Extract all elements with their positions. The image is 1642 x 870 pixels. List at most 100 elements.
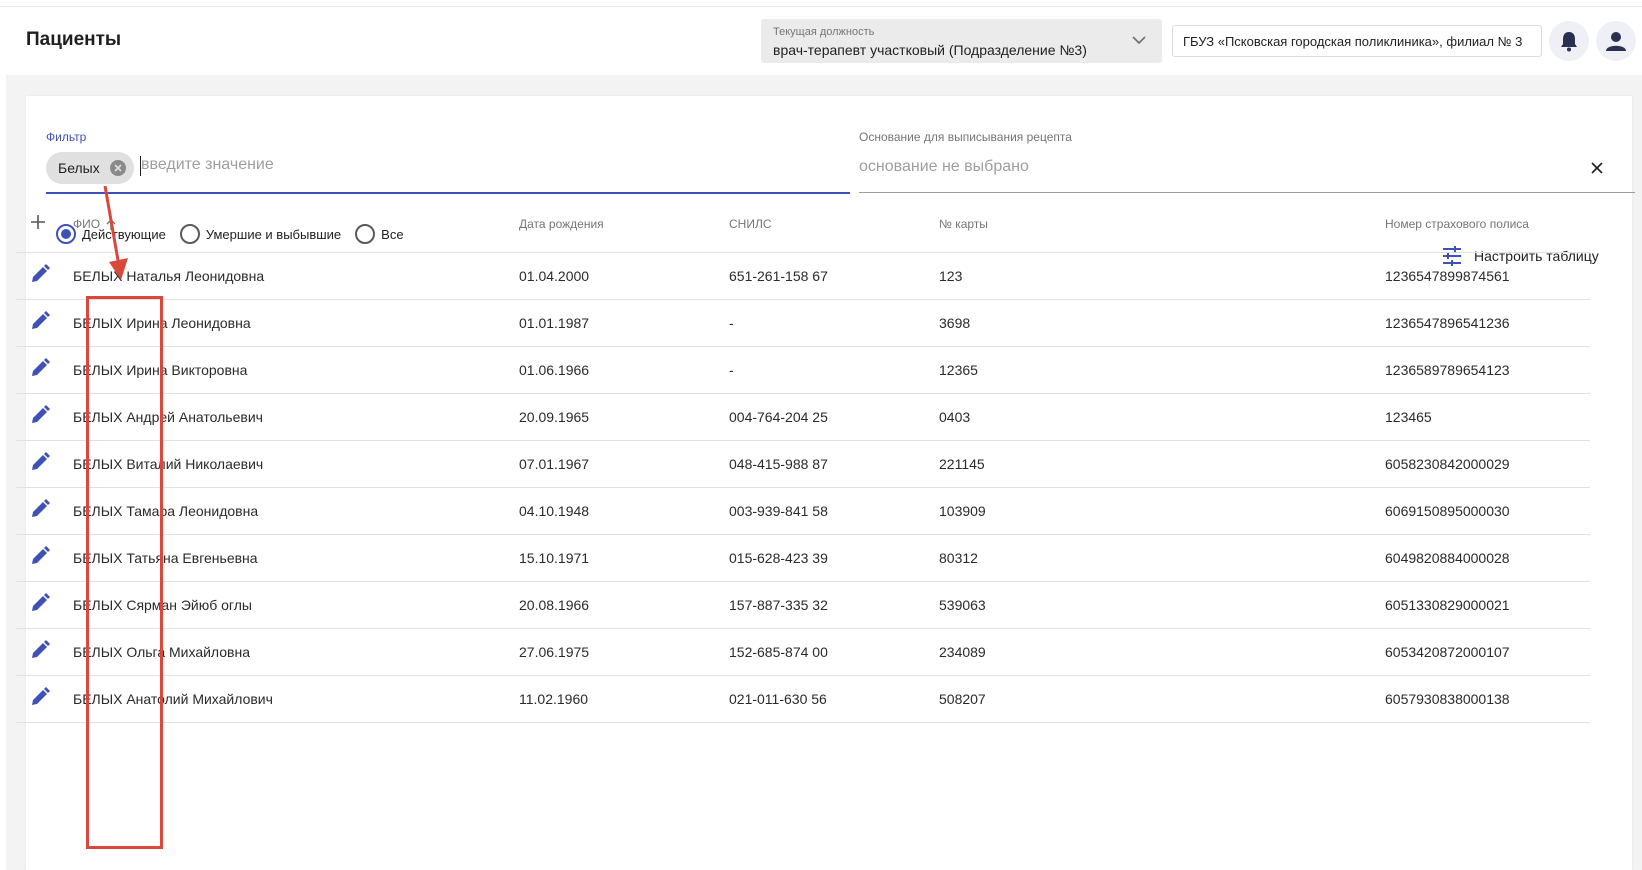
edit-cell (16, 534, 73, 582)
cell-fio: БЕЛЫХ Ирина Викторовна (73, 346, 519, 394)
cell-snils: 021-011-630 56 (729, 675, 939, 723)
cell-card: 123 (939, 252, 1385, 300)
header-card[interactable]: № карты (939, 196, 1385, 253)
cell-fio: БЕЛЫХ Анатолий Михайлович (73, 675, 519, 723)
filter-chip-label: Белых (58, 160, 100, 176)
page-title: Пациенты (26, 29, 122, 50)
cell-snils: 003-939-841 58 (729, 487, 939, 535)
cell-snils: 004-764-204 25 (729, 393, 939, 441)
pencil-icon[interactable] (30, 687, 50, 707)
pencil-icon[interactable] (30, 640, 50, 660)
cell-card: 0403 (939, 393, 1385, 441)
cell-dob: 20.09.1965 (519, 393, 729, 441)
pencil-icon[interactable] (30, 452, 50, 472)
cell-fio: БЕЛЫХ Наталья Леонидовна (73, 252, 519, 300)
bell-icon (1561, 32, 1577, 52)
cell-dob: 15.10.1971 (519, 534, 729, 582)
cell-fio: БЕЛЫХ Сярман Эйюб оглы (73, 581, 519, 629)
edit-cell (16, 487, 73, 535)
header-fio[interactable]: ФИО (73, 196, 519, 253)
header-snils[interactable]: СНИЛС (729, 196, 939, 253)
pencil-icon[interactable] (30, 405, 50, 425)
table-row[interactable]: БЕЛЫХ Виталий Николаевич 07.01.1967 048-41… (16, 440, 1590, 488)
chevron-down-icon (1132, 36, 1146, 45)
cell-fio: БЕЛЫХ Ирина Леонидовна (73, 299, 519, 347)
cell-dob: 04.10.1948 (519, 487, 729, 535)
cell-card: 80312 (939, 534, 1385, 582)
basis-label: Основание для выписывания рецепта (859, 130, 1072, 144)
cell-dob: 11.02.1960 (519, 675, 729, 723)
clear-icon[interactable] (1591, 158, 1607, 174)
user-icon (1606, 32, 1626, 51)
cell-card: 103909 (939, 487, 1385, 535)
cell-card: 3698 (939, 299, 1385, 347)
cell-card: 539063 (939, 581, 1385, 629)
cell-policy: 6058230842000029 (1385, 440, 1590, 488)
basis-underline (859, 192, 1635, 193)
cell-card: 508207 (939, 675, 1385, 723)
cell-policy: 6069150895000030 (1385, 487, 1590, 535)
plus-icon[interactable] (30, 214, 46, 230)
pencil-icon[interactable] (30, 499, 50, 519)
pencil-icon[interactable] (30, 358, 50, 378)
edit-cell (16, 252, 73, 300)
cell-fio: БЕЛЫХ Татьяна Евгеньевна (73, 534, 519, 582)
add-column-header (16, 196, 73, 253)
cell-policy: 6051330829000021 (1385, 581, 1590, 629)
cell-policy: 1236589789654123 (1385, 346, 1590, 394)
header-policy[interactable]: Номер страхового полиса (1385, 196, 1590, 253)
cell-dob: 01.04.2000 (519, 252, 729, 300)
cell-snils: - (729, 346, 939, 394)
cell-snils: 015-628-423 39 (729, 534, 939, 582)
header-dob[interactable]: Дата рождения (519, 196, 729, 253)
table-row[interactable]: БЕЛЫХ Ирина Викторовна 01.06.1966-12365 12… (16, 346, 1590, 394)
cell-dob: 20.08.1966 (519, 581, 729, 629)
cell-fio: БЕЛЫХ Тамара Леонидовна (73, 487, 519, 535)
filter-input[interactable] (141, 156, 741, 174)
patients-table: ФИО Дата рождения СНИЛС № карты Номер ст… (16, 196, 1590, 723)
edit-cell (16, 346, 73, 394)
position-value: врач-терапевт участковый (Подразделение … (773, 42, 1087, 58)
organization-select[interactable]: ГБУЗ «Псковская городская поликлиника», … (1172, 25, 1542, 57)
position-select[interactable]: Текущая должность врач-терапевт участков… (761, 19, 1162, 63)
cell-fio: БЕЛЫХ Андрей Анатольевич (73, 393, 519, 441)
notifications-button[interactable] (1549, 21, 1589, 61)
cell-card: 221145 (939, 440, 1385, 488)
app-header: Пациенты Текущая должность врач-терапевт… (6, 7, 1642, 75)
cell-snils: 152-685-874 00 (729, 628, 939, 676)
cell-policy: 6057930838000138 (1385, 675, 1590, 723)
table-row[interactable]: БЕЛЫХ Андрей Анатольевич 20.09.1965 004-76… (16, 393, 1590, 441)
pencil-icon[interactable] (30, 311, 50, 331)
edit-cell (16, 440, 73, 488)
cell-snils: - (729, 299, 939, 347)
pencil-icon[interactable] (30, 264, 50, 284)
table-row[interactable]: БЕЛЫХ Ирина Леонидовна 01.01.1987-3698 123… (16, 299, 1590, 347)
table-row[interactable]: БЕЛЫХ Наталья Леонидовна 01.04.2000 651-26… (16, 252, 1590, 300)
cell-dob: 07.01.1967 (519, 440, 729, 488)
profile-button[interactable] (1596, 21, 1636, 61)
filter-chip[interactable]: Белых (46, 152, 134, 184)
cell-dob: 01.06.1966 (519, 346, 729, 394)
table-header-row: ФИО Дата рождения СНИЛС № карты Номер ст… (16, 196, 1590, 253)
cell-snils: 651-261-158 67 (729, 252, 939, 300)
close-icon[interactable] (110, 160, 126, 176)
table-row[interactable]: БЕЛЫХ Ольга Михайловна 27.06.1975 152-685-… (16, 628, 1590, 676)
cell-card: 12365 (939, 346, 1385, 394)
cell-fio: БЕЛЫХ Виталий Николаевич (73, 440, 519, 488)
table-row[interactable]: БЕЛЫХ Сярман Эйюб оглы 20.08.1966 157-887-… (16, 581, 1590, 629)
table-row[interactable]: БЕЛЫХ Анатолий Михайлович 11.02.1960 021-0… (16, 675, 1590, 723)
table-row[interactable]: БЕЛЫХ Татьяна Евгеньевна 15.10.1971 015-62… (16, 534, 1590, 582)
position-label: Текущая должность (773, 26, 875, 38)
cell-policy: 6053420872000107 (1385, 628, 1590, 676)
pencil-icon[interactable] (30, 546, 50, 566)
edit-cell (16, 675, 73, 723)
edit-cell (16, 628, 73, 676)
filter-underline (46, 192, 850, 194)
basis-select[interactable]: основание не выбрано (859, 158, 1029, 176)
edit-cell (16, 393, 73, 441)
header-fio-label: ФИО (73, 216, 101, 231)
pencil-icon[interactable] (30, 593, 50, 613)
cell-fio: БЕЛЫХ Ольга Михайловна (73, 628, 519, 676)
edit-cell (16, 299, 73, 347)
table-row[interactable]: БЕЛЫХ Тамара Леонидовна 04.10.1948 003-939… (16, 487, 1590, 535)
